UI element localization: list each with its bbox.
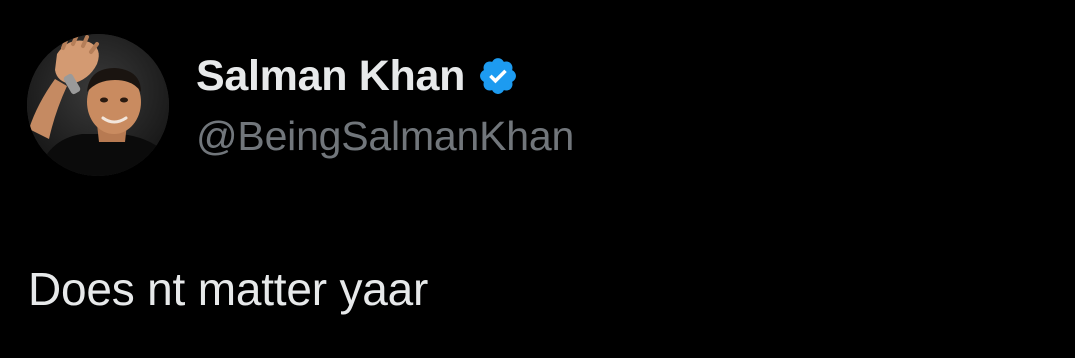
tweet-text: Does nt matter yaar [28, 263, 429, 315]
author-name-row[interactable]: Salman Khan [196, 50, 519, 102]
author-handle[interactable]: @BeingSalmanKhan [196, 113, 574, 160]
display-name[interactable]: Salman Khan [196, 52, 465, 101]
verified-badge-icon [477, 55, 519, 97]
tweet-card: Salman Khan @BeingSalmanKhan Does nt mat… [0, 0, 1075, 358]
avatar-photo-icon [27, 34, 169, 176]
avatar[interactable] [27, 34, 169, 176]
